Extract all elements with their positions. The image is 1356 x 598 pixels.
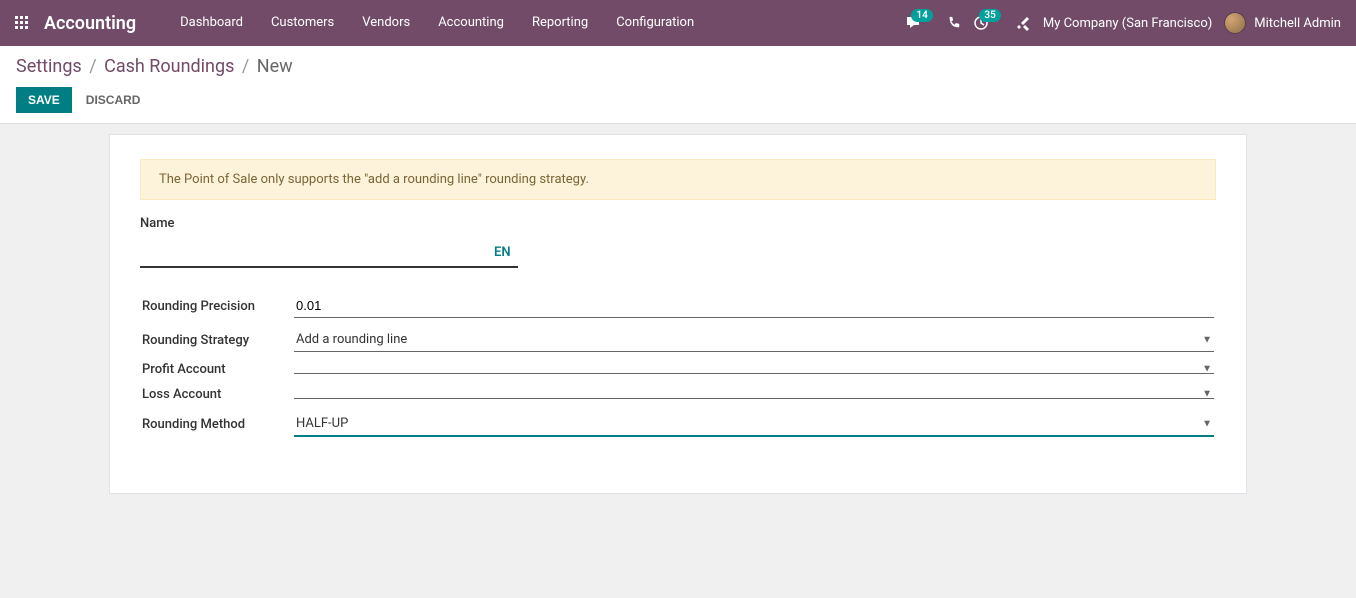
user-name: Mitchell Admin [1254,16,1341,31]
name-field[interactable] [140,239,518,268]
chevron-down-icon: ▼ [1202,389,1212,400]
tools-icon[interactable] [1015,15,1031,31]
activity-badge: 35 [979,9,1000,22]
chevron-down-icon: ▼ [1202,334,1212,345]
activity-icon[interactable]: 35 [973,15,989,31]
company-switcher[interactable]: My Company (San Francisco) [1043,16,1212,31]
precision-field[interactable] [294,294,1214,318]
messaging-icon[interactable]: 14 [905,15,921,31]
messaging-badge: 14 [911,9,932,22]
strategy-select[interactable]: Add a rounding line ▼ [294,328,1214,352]
rounding-method-select[interactable]: HALF-UP ▼ [294,412,1214,437]
loss-label: Loss Account [142,383,292,406]
form-sheet: The Point of Sale only supports the "add… [109,134,1247,494]
user-menu[interactable]: Mitchell Admin [1224,12,1341,34]
nav-vendors[interactable]: Vendors [348,0,424,46]
nav-customers[interactable]: Customers [257,0,348,46]
discard-button[interactable]: Discard [82,87,145,113]
breadcrumb-settings[interactable]: Settings [16,56,82,77]
name-label: Name [140,216,1216,231]
nav-configuration[interactable]: Configuration [602,0,708,46]
save-button[interactable]: Save [16,87,72,113]
chevron-down-icon: ▼ [1202,364,1212,375]
breadcrumb-current: New [257,56,293,77]
breadcrumb: Settings / Cash Roundings / New [16,56,1340,77]
chevron-down-icon: ▼ [1202,418,1212,429]
avatar [1224,12,1246,34]
phone-icon[interactable] [947,16,961,30]
app-title[interactable]: Accounting [44,13,136,34]
nav-dashboard[interactable]: Dashboard [166,0,257,46]
navbar: Accounting Dashboard Customers Vendors A… [0,0,1356,46]
apps-icon[interactable] [15,16,29,30]
profit-account-select[interactable]: ▼ [294,365,1214,374]
profit-label: Profit Account [142,358,292,381]
nav-accounting[interactable]: Accounting [424,0,518,46]
breadcrumb-cash-roundings[interactable]: Cash Roundings [104,56,234,77]
loss-account-select[interactable]: ▼ [294,390,1214,399]
method-label: Rounding Method [142,408,292,441]
pos-warning: The Point of Sale only supports the "add… [140,159,1216,200]
precision-label: Rounding Precision [142,290,292,322]
language-button[interactable]: EN [494,245,511,260]
nav-reporting[interactable]: Reporting [518,0,602,46]
strategy-label: Rounding Strategy [142,324,292,356]
